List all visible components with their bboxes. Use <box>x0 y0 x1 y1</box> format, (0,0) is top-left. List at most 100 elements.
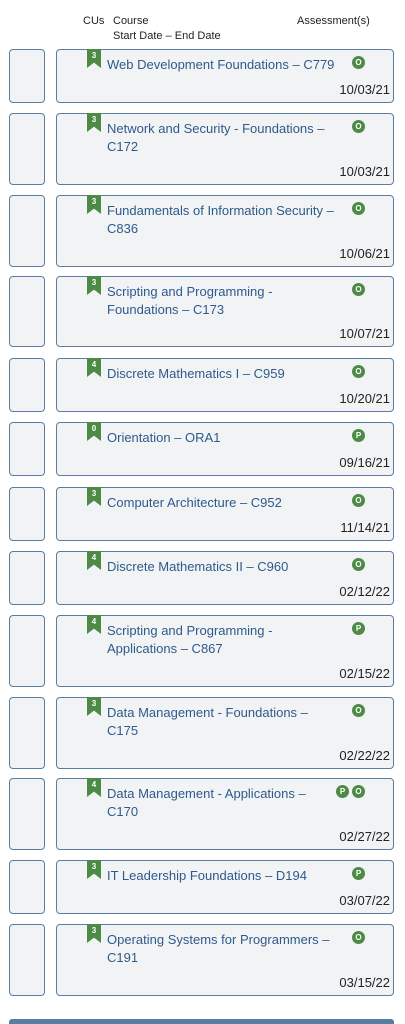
objective-assessment-icon[interactable]: O <box>352 365 365 378</box>
objective-assessment-icon[interactable]: O <box>352 56 365 69</box>
cus-column-header: CUs <box>83 15 105 27</box>
course-row: 4 Scripting and Programming - Application… <box>0 615 405 687</box>
course-row: 4 Discrete Mathematics II – C960 O 02/12/22 <box>0 551 405 605</box>
objective-assessment-icon[interactable]: O <box>352 120 365 133</box>
cu-badge: 3 <box>87 49 101 68</box>
course-date: 10/07/21 <box>339 326 390 341</box>
course-title-link[interactable]: Scripting and Programming - Foundations … <box>107 283 337 319</box>
objective-assessment-icon[interactable]: O <box>352 283 365 296</box>
course-date: 10/20/21 <box>339 391 390 406</box>
course-title-link[interactable]: Discrete Mathematics I – C959 <box>107 365 337 383</box>
course-title-link[interactable]: Fundamentals of Information Security – C… <box>107 202 337 238</box>
cu-badge: 0 <box>87 422 101 441</box>
course-title-link[interactable]: Computer Architecture – C952 <box>107 494 337 512</box>
course-select-box[interactable] <box>9 358 45 412</box>
performance-assessment-icon[interactable]: P <box>352 867 365 880</box>
course-row: 3 Computer Architecture – C952 O 11/14/21 <box>0 487 405 541</box>
course-row: 4 Data Management - Applications – C170 P O… <box>0 778 405 850</box>
course-title-link[interactable]: IT Leadership Foundations – D194 <box>107 867 337 885</box>
course-select-box[interactable] <box>9 778 45 850</box>
course-date: 10/03/21 <box>339 164 390 179</box>
course-row: 3 Network and Security - Foundations – C1… <box>0 113 405 185</box>
course-title-link[interactable]: Network and Security - Foundations – C17… <box>107 120 337 156</box>
course-title-link[interactable]: Web Development Foundations – C779 <box>107 56 337 74</box>
course-card[interactable]: 3 Web Development Foundations – C779 O 10/0… <box>56 49 394 103</box>
cu-badge: 3 <box>87 860 101 879</box>
table-header: CUs Course Start Date – End Date Assessm… <box>0 14 405 46</box>
assessment-icons: O <box>352 120 365 133</box>
cu-badge: 3 <box>87 195 101 214</box>
course-title-link[interactable]: Operating Systems for Programmers – C191 <box>107 931 337 967</box>
course-card[interactable]: 3 Network and Security - Foundations – C1… <box>56 113 394 185</box>
course-title-link[interactable]: Discrete Mathematics II – C960 <box>107 558 337 576</box>
assessment-icons: PO <box>336 785 365 798</box>
cu-badge: 4 <box>87 615 101 634</box>
course-title-link[interactable]: Data Management - Applications – C170 <box>107 785 337 821</box>
course-select-box[interactable] <box>9 697 45 769</box>
course-date: 02/22/22 <box>339 748 390 763</box>
performance-assessment-icon[interactable]: P <box>336 785 349 798</box>
assessments-column-header: Assessment(s) <box>297 15 370 27</box>
objective-assessment-icon[interactable]: O <box>352 785 365 798</box>
assessment-icons: O <box>352 558 365 571</box>
course-row: 3 Fundamentals of Information Security – … <box>0 195 405 267</box>
course-date: 10/06/21 <box>339 246 390 261</box>
objective-assessment-icon[interactable]: O <box>352 704 365 717</box>
cu-badge: 4 <box>87 551 101 570</box>
course-card[interactable]: 3 Fundamentals of Information Security – … <box>56 195 394 267</box>
course-card[interactable]: 3 Scripting and Programming - Foundations… <box>56 276 394 347</box>
course-column-header: Course <box>113 15 149 27</box>
course-select-box[interactable] <box>9 924 45 996</box>
assessment-icons: P <box>352 429 365 442</box>
course-date: 02/15/22 <box>339 666 390 681</box>
course-select-box[interactable] <box>9 49 45 103</box>
objective-assessment-icon[interactable]: O <box>352 558 365 571</box>
course-date: 03/07/22 <box>339 893 390 908</box>
assessment-icons: P <box>352 622 365 635</box>
course-row: 3 IT Leadership Foundations – D194 P 03/07/… <box>0 860 405 914</box>
assessment-icons: O <box>352 283 365 296</box>
performance-assessment-icon[interactable]: P <box>352 622 365 635</box>
course-row: 3 Data Management - Foundations – C175 O 02… <box>0 697 405 769</box>
course-date: 10/03/21 <box>339 82 390 97</box>
course-select-box[interactable] <box>9 551 45 605</box>
objective-assessment-icon[interactable]: O <box>352 931 365 944</box>
course-select-box[interactable] <box>9 195 45 267</box>
course-card[interactable]: 4 Data Management - Applications – C170 P O… <box>56 778 394 850</box>
course-date: 09/16/21 <box>339 455 390 470</box>
objective-assessment-icon[interactable]: O <box>352 202 365 215</box>
course-title-link[interactable]: Orientation – ORA1 <box>107 429 337 447</box>
course-select-box[interactable] <box>9 422 45 476</box>
course-row: 3 Scripting and Programming - Foundations… <box>0 276 405 347</box>
course-card[interactable]: 3 Operating Systems for Programmers – C19… <box>56 924 394 996</box>
course-date: 03/15/22 <box>339 975 390 990</box>
course-select-box[interactable] <box>9 615 45 687</box>
footer-bar <box>9 1019 394 1024</box>
course-select-box[interactable] <box>9 487 45 541</box>
assessment-icons: O <box>352 931 365 944</box>
course-row: 0 Orientation – ORA1 P 09/16/21 <box>0 422 405 476</box>
course-card[interactable]: 3 Data Management - Foundations – C175 O 02… <box>56 697 394 769</box>
cu-badge: 3 <box>87 924 101 943</box>
course-select-box[interactable] <box>9 276 45 347</box>
course-select-box[interactable] <box>9 113 45 185</box>
cu-badge: 4 <box>87 358 101 377</box>
course-card[interactable]: 4 Scripting and Programming - Application… <box>56 615 394 687</box>
course-date: 02/12/22 <box>339 584 390 599</box>
course-card[interactable]: 3 IT Leadership Foundations – D194 P 03/07/… <box>56 860 394 914</box>
objective-assessment-icon[interactable]: O <box>352 494 365 507</box>
performance-assessment-icon[interactable]: P <box>352 429 365 442</box>
cu-badge: 3 <box>87 697 101 716</box>
assessment-icons: O <box>352 494 365 507</box>
course-card[interactable]: 4 Discrete Mathematics I – C959 O 10/20/21 <box>56 358 394 412</box>
assessment-icons: P <box>352 867 365 880</box>
course-card[interactable]: 3 Computer Architecture – C952 O 11/14/21 <box>56 487 394 541</box>
course-row: 3 Operating Systems for Programmers – C19… <box>0 924 405 996</box>
assessment-icons: O <box>352 56 365 69</box>
course-title-link[interactable]: Data Management - Foundations – C175 <box>107 704 337 740</box>
course-select-box[interactable] <box>9 860 45 914</box>
course-card[interactable]: 4 Discrete Mathematics II – C960 O 02/12/22 <box>56 551 394 605</box>
course-title-link[interactable]: Scripting and Programming - Applications… <box>107 622 337 658</box>
course-card[interactable]: 0 Orientation – ORA1 P 09/16/21 <box>56 422 394 476</box>
cu-badge: 3 <box>87 487 101 506</box>
